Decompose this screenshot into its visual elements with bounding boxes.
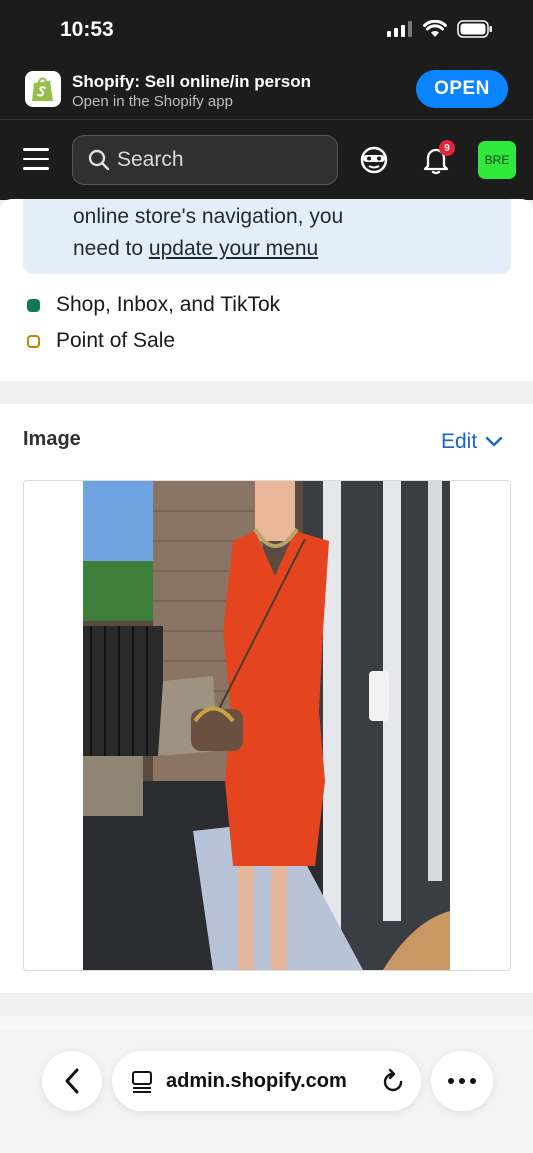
site-tab-icon <box>132 1071 152 1093</box>
store-avatar[interactable]: BRE <box>478 141 516 179</box>
notice-text-line2: need to update your menu <box>73 237 318 261</box>
address-bar[interactable]: admin.shopify.com <box>112 1051 421 1111</box>
wifi-icon <box>423 20 447 37</box>
more-dot-icon <box>459 1078 465 1084</box>
chevron-down-icon <box>485 436 503 447</box>
browser-more-button[interactable] <box>431 1051 493 1111</box>
app-install-banner: Shopify: Sell online/in person Open in t… <box>0 62 533 120</box>
status-time: 10:53 <box>60 18 114 41</box>
notice-text-line1: online store's navigation, you <box>73 205 344 228</box>
reload-icon[interactable] <box>381 1068 405 1094</box>
image-section-heading: Image <box>23 428 81 450</box>
channel-item-point-of-sale: Point of Sale <box>27 329 175 353</box>
more-dot-icon <box>448 1078 454 1084</box>
shopify-logo <box>25 71 61 107</box>
cellular-signal-icon <box>387 21 412 37</box>
status-icons <box>387 20 493 38</box>
admin-top-nav: Search BRE <box>0 121 533 199</box>
update-menu-link[interactable]: update your menu <box>149 237 318 260</box>
url-text: admin.shopify.com <box>166 1069 347 1092</box>
edit-image-button[interactable]: Edit <box>441 430 503 454</box>
channel-item-shop-inbox-tiktok: Shop, Inbox, and TikTok <box>27 293 280 317</box>
battery-icon <box>457 20 492 38</box>
search-icon <box>88 149 110 171</box>
navigation-notice-banner: online store's navigation, you need to u… <box>23 199 511 274</box>
browser-back-button[interactable] <box>42 1051 102 1111</box>
search-input[interactable]: Search <box>72 135 338 185</box>
product-photo[interactable] <box>83 481 450 970</box>
banner-subtitle: Open in the Shopify app <box>72 93 233 110</box>
status-dot-active-icon <box>27 298 40 312</box>
channel-label: Shop, Inbox, and TikTok <box>56 293 281 316</box>
edit-label: Edit <box>441 430 478 453</box>
sidekick-mask-icon[interactable] <box>358 145 390 175</box>
status-dot-inactive-icon <box>27 334 40 348</box>
notice-text-prefix: need to <box>73 237 149 260</box>
sales-channels-card: online store's navigation, you need to u… <box>0 199 533 381</box>
open-app-button[interactable]: OPEN <box>416 70 508 108</box>
status-bar: 10:53 <box>0 0 533 62</box>
search-placeholder: Search <box>117 148 184 171</box>
notification-count-badge: 9 <box>439 140 455 156</box>
menu-icon[interactable] <box>23 148 49 170</box>
banner-title: Shopify: Sell online/in person <box>72 72 311 91</box>
channel-label: Point of Sale <box>56 329 176 352</box>
more-dot-icon <box>470 1078 476 1084</box>
chevron-left-icon <box>65 1068 79 1094</box>
